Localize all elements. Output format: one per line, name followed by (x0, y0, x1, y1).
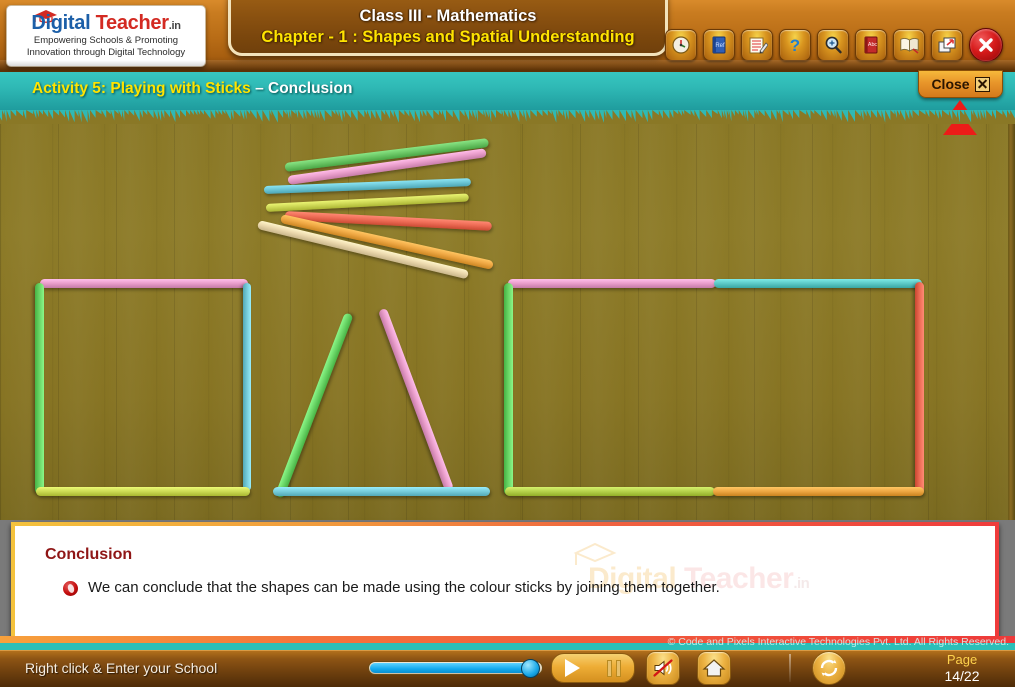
footer-divider (789, 654, 791, 682)
help-question-icon[interactable]: ? (779, 29, 811, 61)
grass-edge-decoration (0, 110, 1015, 124)
logo-word-digital: Digital (31, 12, 91, 34)
logo-word-teacher: Teacher (90, 12, 169, 34)
page-word: Page (946, 652, 978, 667)
mute-speaker-icon[interactable] (646, 651, 680, 685)
lesson-title-plaque: Class III - Mathematics Chapter - 1 : Sh… (228, 0, 668, 56)
abc-dictionary-icon[interactable]: Abc (855, 29, 887, 61)
activity-title-highlight: Activity 5: Playing with Sticks (32, 80, 256, 97)
resize-window-icon[interactable] (931, 29, 963, 61)
application-window: Digital Teacher.in Empowering Schools & … (0, 0, 1015, 687)
logo-tagline-line1: Empowering Schools & Promoting (33, 35, 179, 46)
header-toolbar: Ref ? Abc (665, 28, 1003, 62)
pause-icon[interactable] (606, 659, 621, 677)
progress-slider-fill (370, 663, 530, 673)
reference-book-icon[interactable]: Ref (703, 29, 735, 61)
activity-bar: Activity 5: Playing with Sticks – Conclu… (0, 70, 1015, 110)
svg-text:Abc: Abc (868, 42, 878, 48)
conclusion-panel: Digital Teacher.in Conclusion We can con… (11, 522, 999, 640)
app-logo: Digital Teacher.in Empowering Schools & … (6, 5, 206, 67)
conclusion-heading: Conclusion (45, 546, 133, 563)
stage-right-edge (1008, 110, 1015, 520)
notes-pencil-icon[interactable] (741, 29, 773, 61)
close-circle-icon[interactable] (969, 28, 1003, 62)
refresh-icon[interactable] (812, 651, 846, 685)
conclusion-panel-inner: Digital Teacher.in Conclusion We can con… (15, 526, 995, 636)
activity-title: Activity 5: Playing with Sticks – Conclu… (32, 80, 352, 98)
activity-title-rest: – Conclusion (255, 80, 353, 97)
logo-tagline: Empowering Schools & Promoting Innovatio… (7, 35, 205, 59)
zoom-magnifier-icon[interactable] (817, 29, 849, 61)
open-book-icon[interactable] (893, 29, 925, 61)
logo-tagline-line2: Innovation through Digital Technology (26, 47, 186, 58)
logo-domain: .in (168, 20, 181, 32)
svg-text:?: ? (790, 36, 800, 55)
play-icon[interactable] (565, 659, 581, 677)
bullet-marker-icon (63, 581, 78, 596)
close-activity-button[interactable]: Close (918, 70, 1003, 98)
progress-slider-handle[interactable] (521, 659, 540, 678)
copyright-text: © Code and Pixels Interactive Technologi… (667, 636, 1009, 648)
page-indicator: Page 14/22 (927, 652, 997, 685)
page-number: 14/22 (944, 668, 980, 684)
svg-text:Ref: Ref (715, 43, 725, 49)
school-entry-hint: Right click & Enter your School (25, 660, 218, 676)
page-title: Class III - Mathematics (359, 7, 537, 25)
close-x-icon (974, 76, 990, 92)
conclusion-bullet-row: We can conclude that the shapes can be m… (63, 578, 975, 597)
transport-controls (551, 653, 635, 683)
conclusion-text: We can conclude that the shapes can be m… (88, 579, 720, 596)
home-icon[interactable] (697, 651, 731, 685)
clock-icon[interactable] (665, 29, 697, 61)
close-activity-label: Close (931, 76, 970, 92)
progress-slider[interactable] (368, 659, 543, 678)
watermark-cap-icon (573, 542, 617, 565)
chapter-title: Chapter - 1 : Shapes and Spatial Underst… (261, 28, 635, 46)
logo-wordmark: Digital Teacher.in (7, 12, 205, 37)
header-bar: Digital Teacher.in Empowering Schools & … (0, 0, 1015, 72)
